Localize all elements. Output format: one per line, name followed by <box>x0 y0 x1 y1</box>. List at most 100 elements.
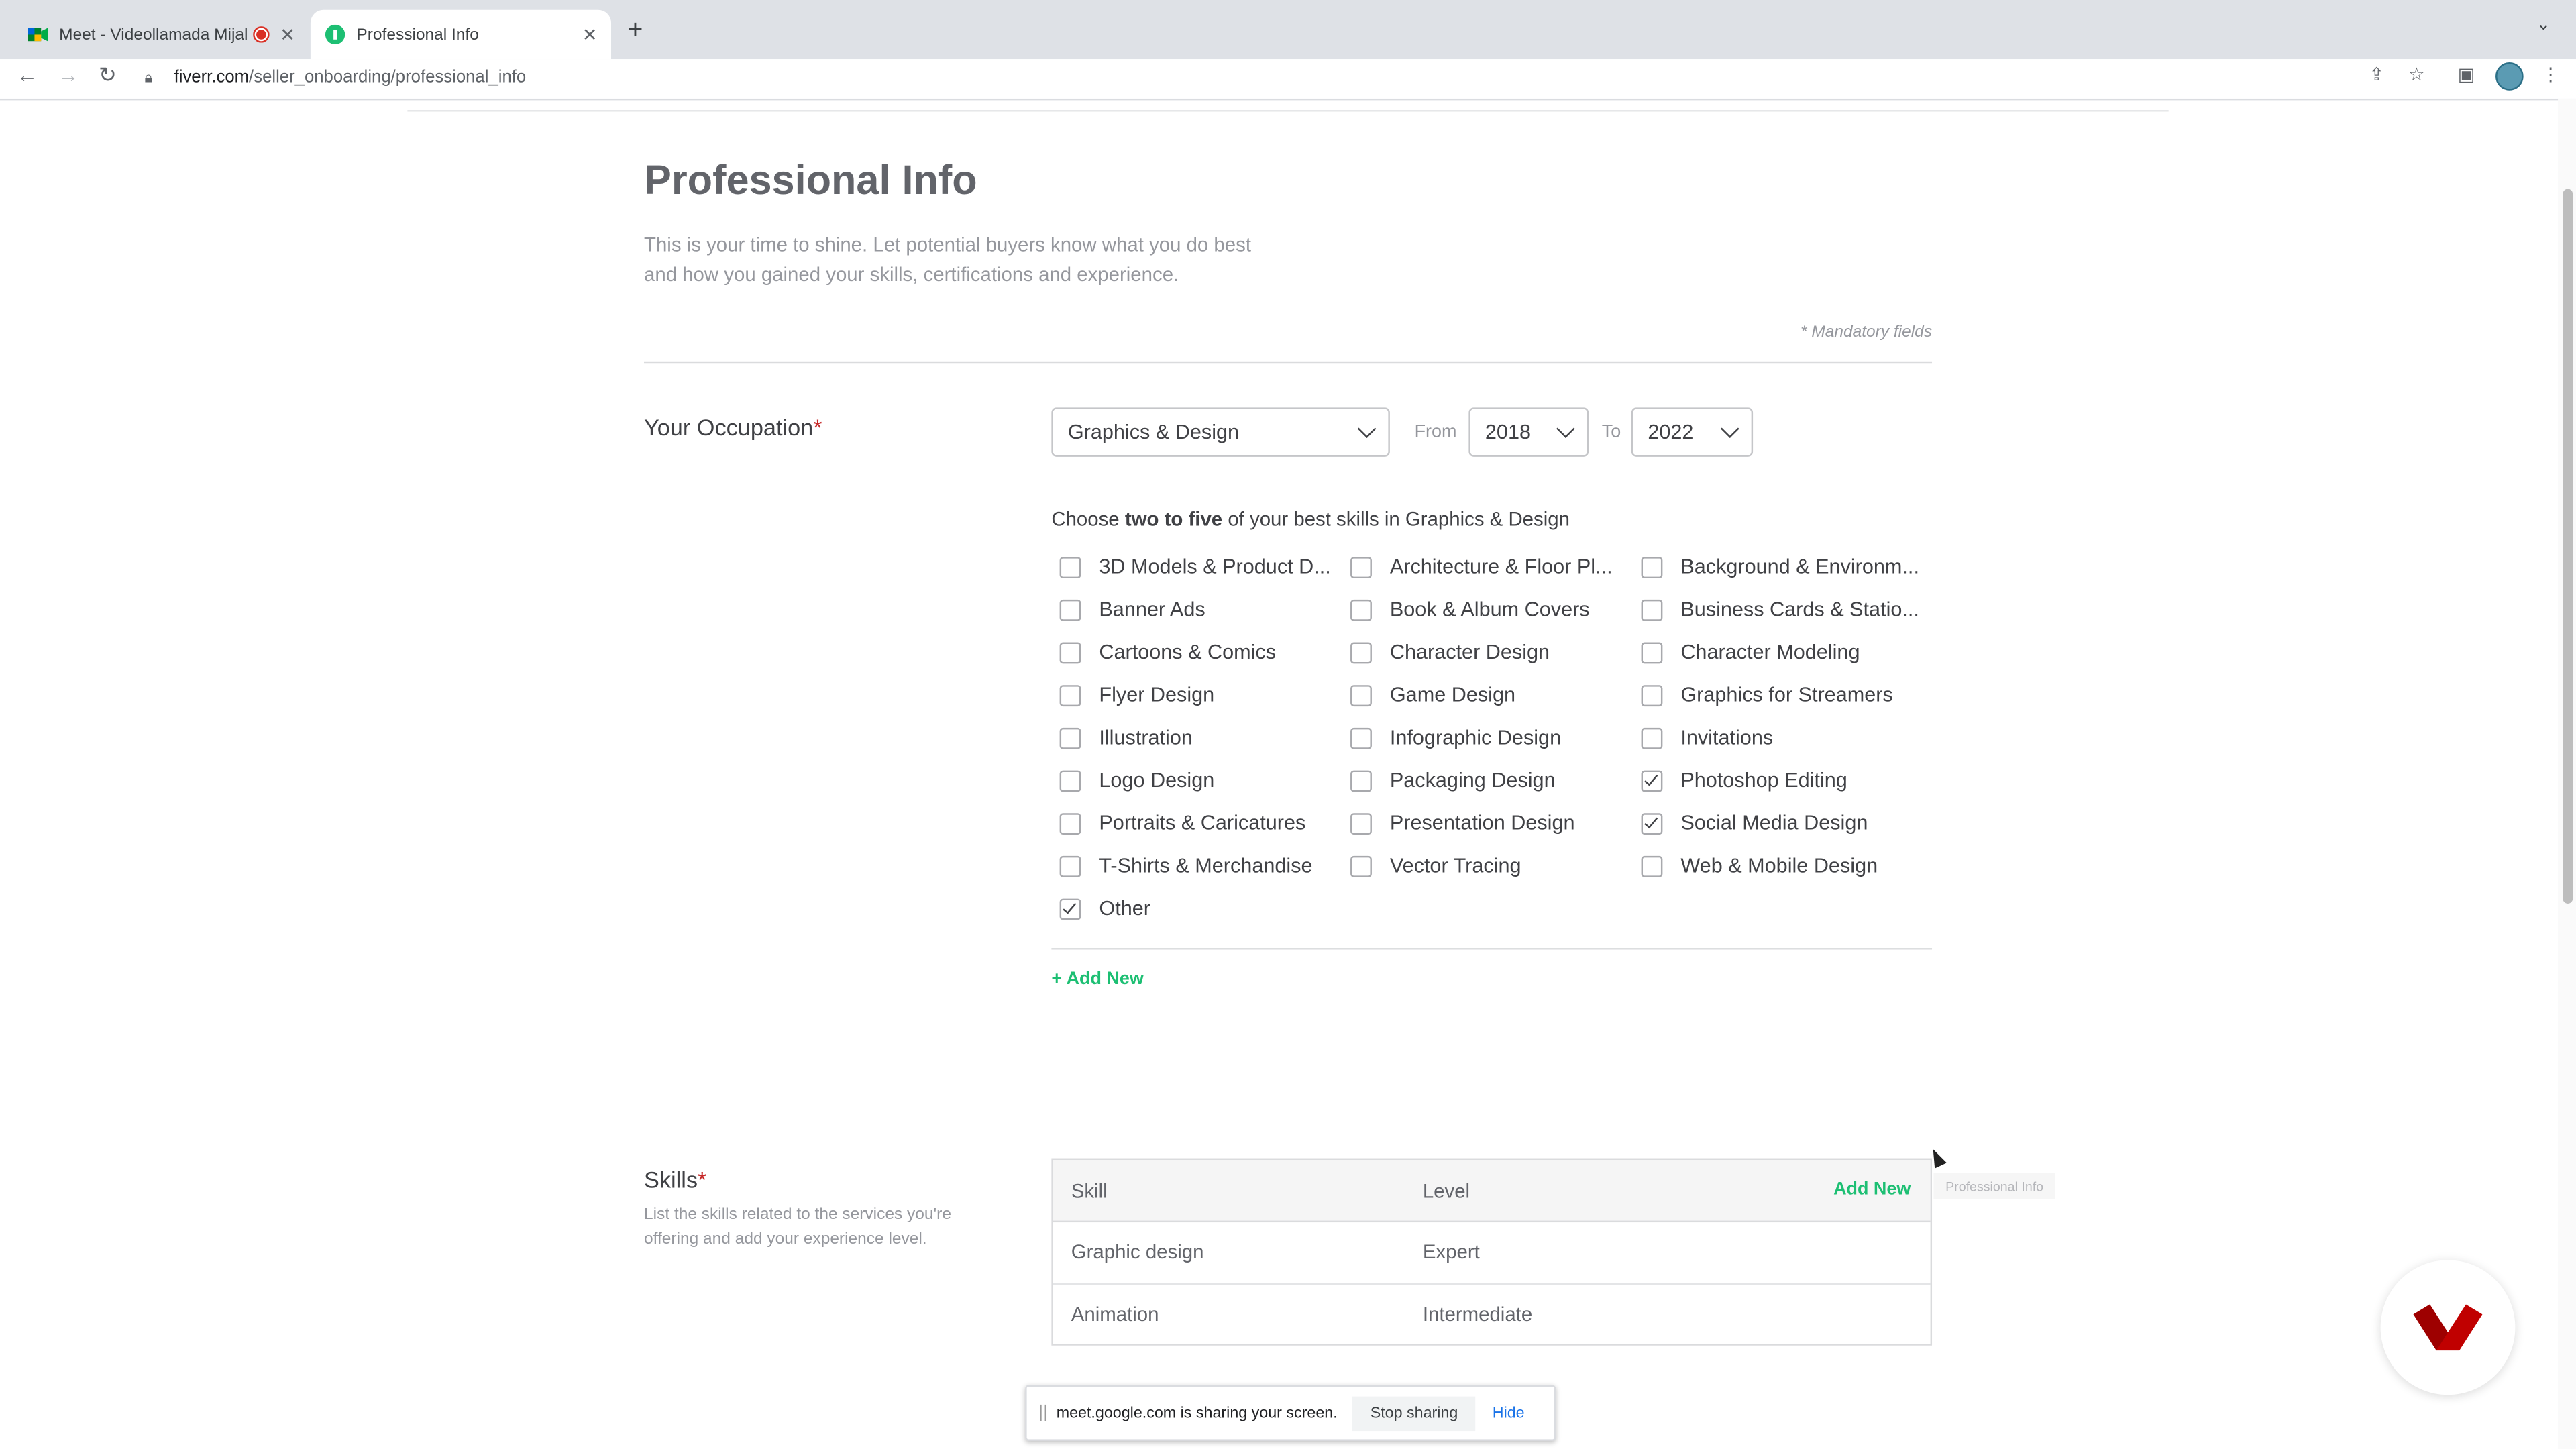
profile-avatar[interactable] <box>2496 62 2524 91</box>
address-bar[interactable]: 🔒︎ fiverr.com/seller_onboarding/professi… <box>138 61 2438 94</box>
checkbox-checked-icon[interactable] <box>1641 812 1663 834</box>
checkbox-unchecked-icon[interactable] <box>1059 812 1081 834</box>
skill-checkbox-label: Character Design <box>1389 641 1550 664</box>
checkbox-checked-icon[interactable] <box>1641 769 1663 792</box>
tooltip: Professional Info <box>1933 1173 2055 1199</box>
red-logo-icon <box>2413 1304 2483 1351</box>
close-tab-icon[interactable]: ✕ <box>578 24 601 45</box>
skill-checkbox-label: Packaging Design <box>1389 769 1556 792</box>
from-year-select[interactable]: 2018 <box>1468 407 1589 457</box>
chevron-down-icon[interactable]: ⌄ <box>2536 16 2551 34</box>
side-panel-icon[interactable]: ▣ <box>2458 64 2475 85</box>
skill-checkbox[interactable]: Vector Tracing <box>1350 853 1629 879</box>
skill-checkbox[interactable]: Portraits & Caricatures <box>1059 810 1339 836</box>
skill-checkbox[interactable]: Invitations <box>1641 724 1921 751</box>
skill-checkbox[interactable]: Other <box>1059 896 1339 922</box>
skill-checkbox[interactable]: T-Shirts & Merchandise <box>1059 853 1339 879</box>
checkbox-unchecked-icon[interactable] <box>1350 855 1372 877</box>
forward-icon[interactable]: → <box>58 62 79 87</box>
checkbox-unchecked-icon[interactable] <box>1350 812 1372 834</box>
skill-checkbox-label: Social Media Design <box>1680 811 1868 835</box>
column-header-level: Level <box>1422 1179 1470 1203</box>
skill-checkbox-label: Presentation Design <box>1389 811 1575 835</box>
skill-name: Graphic design <box>1071 1240 1204 1264</box>
skill-checkbox[interactable]: 3D Models & Product D... <box>1059 553 1339 580</box>
new-tab-icon[interactable]: + <box>628 16 643 46</box>
back-icon[interactable]: ← <box>16 62 38 87</box>
drag-handle-icon[interactable] <box>1040 1404 1047 1421</box>
checkbox-unchecked-icon[interactable] <box>1059 727 1081 749</box>
skill-checkbox[interactable]: Book & Album Covers <box>1350 596 1629 623</box>
skill-checkbox[interactable]: Packaging Design <box>1350 767 1629 794</box>
checkbox-checked-icon[interactable] <box>1059 898 1081 920</box>
checkbox-unchecked-icon[interactable] <box>1350 769 1372 792</box>
skill-checkbox[interactable]: Architecture & Floor Pl... <box>1350 553 1629 580</box>
checkbox-unchecked-icon[interactable] <box>1059 684 1081 706</box>
skill-checkbox[interactable]: Logo Design <box>1059 767 1339 794</box>
skill-checkbox[interactable]: Infographic Design <box>1350 724 1629 751</box>
checkbox-unchecked-icon[interactable] <box>1059 855 1081 877</box>
skill-checkbox[interactable]: Presentation Design <box>1350 810 1629 836</box>
table-row[interactable]: Animation Intermediate <box>1053 1283 1931 1346</box>
stop-sharing-button[interactable]: Stop sharing <box>1352 1395 1477 1430</box>
checkbox-unchecked-icon[interactable] <box>1350 555 1372 578</box>
skill-checkbox-label: Graphics for Streamers <box>1680 683 1893 707</box>
skill-checkbox[interactable]: Graphics for Streamers <box>1641 682 1921 708</box>
skill-checkbox-label: Business Cards & Statio... <box>1680 598 1919 621</box>
skills-table-header: Skill Level Add New <box>1053 1159 1931 1223</box>
skill-checkbox[interactable]: Character Design <box>1350 639 1629 665</box>
to-label: To <box>1601 422 1621 442</box>
bookmark-star-icon[interactable]: ☆ <box>2408 64 2424 85</box>
checkbox-unchecked-icon[interactable] <box>1059 598 1081 621</box>
skill-checkbox-label: Background & Environm... <box>1680 555 1919 579</box>
from-label: From <box>1414 422 1457 442</box>
checkbox-unchecked-icon[interactable] <box>1641 727 1663 749</box>
checkbox-unchecked-icon[interactable] <box>1641 855 1663 877</box>
skill-checkbox[interactable]: Illustration <box>1059 724 1339 751</box>
checkbox-unchecked-icon[interactable] <box>1641 598 1663 621</box>
from-year-value: 2018 <box>1485 420 1532 444</box>
checkbox-unchecked-icon[interactable] <box>1641 555 1663 578</box>
skill-checkbox-label: 3D Models & Product D... <box>1099 555 1331 579</box>
tab-meet[interactable]: Meet - Videollamada Mijal ✕ <box>13 10 309 59</box>
more-menu-icon[interactable]: ⋮ <box>2542 64 2560 85</box>
skill-checkbox-label: Portraits & Caricatures <box>1099 811 1306 835</box>
skill-checkbox-label: Character Modeling <box>1680 641 1860 664</box>
close-tab-icon[interactable]: ✕ <box>276 24 299 45</box>
skill-checkbox[interactable]: Photoshop Editing <box>1641 767 1921 794</box>
add-new-occupation-link[interactable]: + Add New <box>1051 969 1143 989</box>
share-icon[interactable]: ⇪ <box>2369 64 2384 85</box>
skill-checkbox[interactable]: Web & Mobile Design <box>1641 853 1921 879</box>
skill-checkbox[interactable]: Character Modeling <box>1641 639 1921 665</box>
table-row[interactable]: Graphic design Expert <box>1053 1221 1931 1285</box>
skill-checkbox[interactable]: Flyer Design <box>1059 682 1339 708</box>
reload-icon[interactable]: ↻ <box>99 62 117 89</box>
share-message: meet.google.com is sharing your screen. <box>1056 1403 1338 1422</box>
checkbox-unchecked-icon[interactable] <box>1059 555 1081 578</box>
skill-checkbox[interactable]: Social Media Design <box>1641 810 1921 836</box>
checkbox-unchecked-icon[interactable] <box>1059 769 1081 792</box>
tab-title: Meet - Videollamada Mijal <box>59 25 248 44</box>
checkbox-unchecked-icon[interactable] <box>1350 684 1372 706</box>
tab-professional-info[interactable]: Professional Info ✕ <box>310 9 612 60</box>
skill-checkbox[interactable]: Banner Ads <box>1059 596 1339 623</box>
to-year-select[interactable]: 2022 <box>1631 407 1754 457</box>
checkbox-unchecked-icon[interactable] <box>1059 641 1081 663</box>
checkbox-unchecked-icon[interactable] <box>1350 598 1372 621</box>
skill-checkbox-label: Illustration <box>1099 726 1193 749</box>
add-new-skill-button[interactable]: Add New <box>1833 1179 1911 1199</box>
floating-widget-button[interactable] <box>2380 1260 2516 1395</box>
skills-instructions: Choose two to five of your best skills i… <box>1051 507 1570 531</box>
checkbox-unchecked-icon[interactable] <box>1350 641 1372 663</box>
checkbox-unchecked-icon[interactable] <box>1641 684 1663 706</box>
occupation-select[interactable]: Graphics & Design <box>1051 407 1390 457</box>
skill-checkbox[interactable]: Cartoons & Comics <box>1059 639 1339 665</box>
checkbox-unchecked-icon[interactable] <box>1641 641 1663 663</box>
screen-share-bar: meet.google.com is sharing your screen. … <box>1025 1385 1556 1441</box>
hide-button[interactable]: Hide <box>1493 1404 1525 1422</box>
skill-checkbox[interactable]: Background & Environm... <box>1641 553 1921 580</box>
scrollbar-thumb[interactable] <box>2563 189 2573 904</box>
checkbox-unchecked-icon[interactable] <box>1350 727 1372 749</box>
skill-checkbox[interactable]: Game Design <box>1350 682 1629 708</box>
skill-checkbox[interactable]: Business Cards & Statio... <box>1641 596 1921 623</box>
